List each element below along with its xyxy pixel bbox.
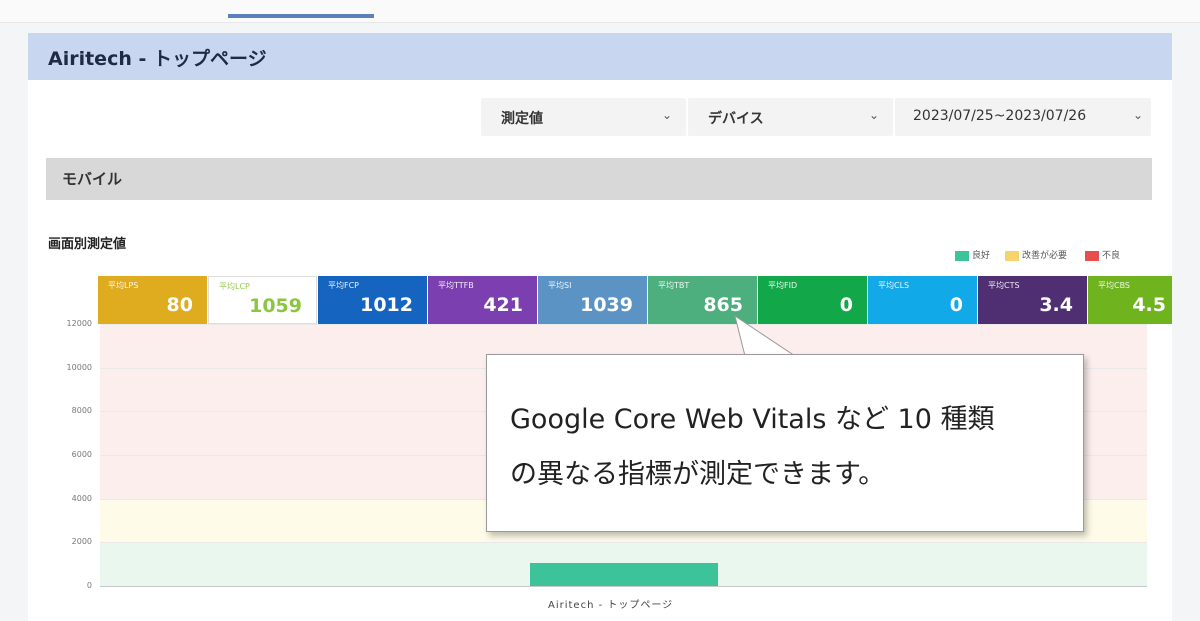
- chart-title: 画面別測定値: [48, 237, 127, 252]
- metric-card-value: 0: [839, 294, 853, 316]
- metric-card-cbs[interactable]: 平均CBS 4.5: [1088, 276, 1172, 324]
- legend-swatch: [1085, 250, 1099, 261]
- metric-card-label: 平均LCP: [219, 282, 250, 291]
- metric-card-value: 421: [483, 294, 523, 316]
- metric-card-lcp[interactable]: 平均LCP 1059: [208, 276, 317, 324]
- metric-select-label: 測定値: [501, 111, 543, 127]
- metric-card-label: 平均FCP: [328, 281, 360, 290]
- device-select[interactable]: デバイス ⌄: [688, 98, 893, 136]
- metric-card-label: 平均CTS: [988, 281, 1020, 290]
- chevron-down-icon: ⌄: [1132, 108, 1143, 122]
- top-nav-bar: [0, 0, 1200, 23]
- metric-card-si[interactable]: 平均SI 1039: [538, 276, 647, 324]
- metric-card-label: 平均CBS: [1098, 281, 1131, 290]
- date-range-label: 2023/07/25~2023/07/26: [913, 108, 1087, 124]
- legend-swatch: [955, 250, 969, 261]
- active-tab-indicator: [228, 14, 374, 18]
- metric-card-fcp[interactable]: 平均FCP 1012: [318, 276, 427, 324]
- y-tick-label: 0: [86, 581, 92, 590]
- legend-label: 改善が必要: [1022, 251, 1068, 261]
- device-select-label: デバイス: [708, 111, 764, 127]
- x-axis-category-label: Airitech - トップページ: [548, 600, 674, 611]
- metric-card-ttfb[interactable]: 平均TTFB 421: [428, 276, 537, 324]
- legend-swatch: [1005, 250, 1019, 261]
- metric-card-value: 1059: [249, 295, 302, 317]
- y-tick-label: 6000: [71, 450, 92, 459]
- y-tick-label: 10000: [66, 362, 92, 372]
- bar[interactable]: [529, 562, 718, 586]
- legend-item-poor[interactable]: 不良: [1085, 248, 1120, 262]
- metric-card-value: 80: [166, 294, 193, 316]
- callout-text: Google Core Web Vitals など 10 種類 の異なる指標が測…: [510, 392, 1070, 502]
- legend-label: 不良: [1102, 251, 1121, 261]
- metric-card-cts[interactable]: 平均CTS 3.4: [978, 276, 1087, 324]
- metric-card-cls[interactable]: 平均CLS 0: [868, 276, 977, 324]
- metric-card-label: 平均TTFB: [438, 281, 474, 290]
- legend-item-needs-improvement[interactable]: 改善が必要: [1005, 248, 1067, 262]
- y-tick-label: 4000: [71, 493, 92, 503]
- metric-select[interactable]: 測定値 ⌄: [481, 98, 686, 136]
- x-axis-line: [100, 586, 1147, 587]
- metric-card-label: 平均LPS: [108, 281, 139, 290]
- section-title: モバイル: [62, 170, 123, 188]
- metric-card-value: 1039: [580, 294, 633, 316]
- y-tick-label: 12000: [66, 319, 92, 328]
- metric-card-label: 平均SI: [548, 281, 572, 290]
- metric-card-value: 1012: [360, 294, 413, 316]
- metric-card-label: 平均FID: [768, 281, 798, 290]
- date-range-select[interactable]: 2023/07/25~2023/07/26 ⌄: [895, 98, 1151, 136]
- callout-line: Google Core Web Vitals など 10 種類: [510, 404, 995, 435]
- legend-label: 良好: [972, 251, 991, 261]
- gridline: [100, 324, 1147, 325]
- callout-line: の異なる指標が測定できます。: [510, 459, 886, 490]
- metric-card-value: 0: [949, 294, 963, 316]
- metric-card-value: 3.4: [1039, 294, 1073, 316]
- gridline: [100, 542, 1147, 544]
- callout-pointer: [734, 314, 797, 357]
- metric-card-value: 865: [703, 294, 743, 316]
- chevron-down-icon: ⌄: [868, 108, 879, 122]
- y-tick-label: 8000: [71, 406, 92, 416]
- page-title: Airitech - トップページ: [48, 48, 267, 70]
- chevron-down-icon: ⌄: [661, 108, 672, 122]
- section-header: [46, 158, 1152, 200]
- metric-card-label: 平均TBT: [658, 281, 690, 290]
- y-tick-label: 2000: [71, 537, 92, 547]
- legend-item-good[interactable]: 良好: [955, 248, 990, 262]
- metric-card-lps[interactable]: 平均LPS 80: [98, 276, 207, 324]
- metric-card-label: 平均CLS: [878, 281, 910, 290]
- metric-card-value: 4.5: [1132, 294, 1166, 316]
